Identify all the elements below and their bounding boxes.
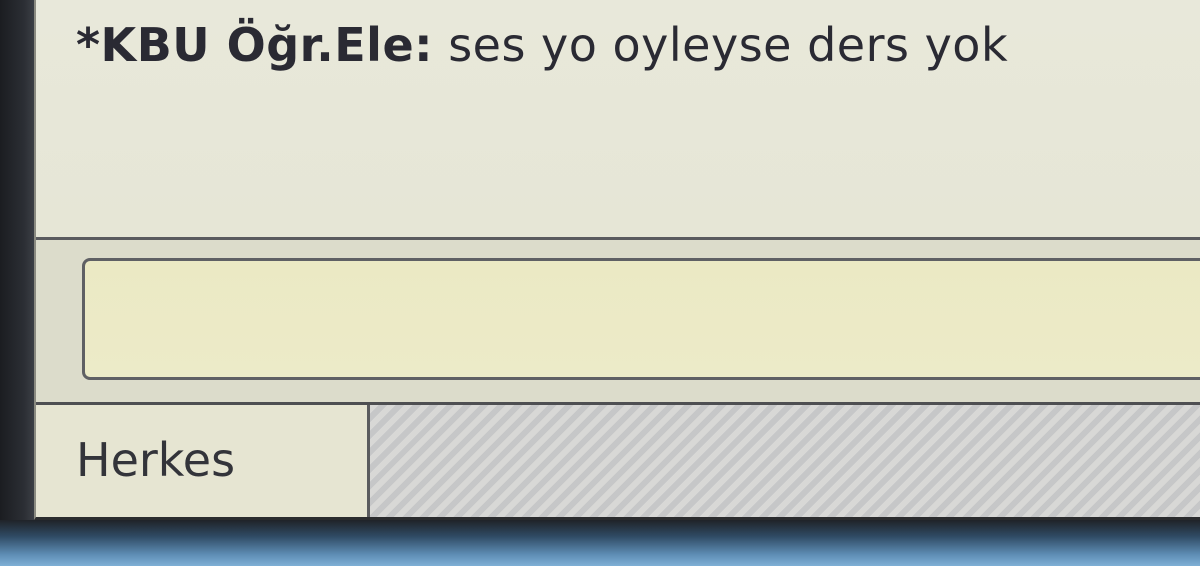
message-list: *KBU Öğr.Ele: ses yo oyleyse ders yok — [36, 0, 1200, 240]
disabled-panel — [370, 405, 1200, 517]
message-text: ses yo oyleyse ders yok — [448, 18, 1009, 72]
monitor-bezel — [0, 0, 34, 520]
message-sender: *KBU Öğr.Ele: — [76, 18, 434, 72]
message-input[interactable] — [82, 258, 1200, 380]
taskbar — [0, 520, 1200, 566]
recipient-selector[interactable]: Herkes — [36, 405, 370, 517]
recipient-label: Herkes — [76, 433, 236, 487]
chat-window: *KBU Öğr.Ele: ses yo oyleyse ders yok He… — [34, 0, 1200, 520]
chat-message: *KBU Öğr.Ele: ses yo oyleyse ders yok — [76, 18, 1200, 72]
compose-area — [36, 240, 1200, 405]
